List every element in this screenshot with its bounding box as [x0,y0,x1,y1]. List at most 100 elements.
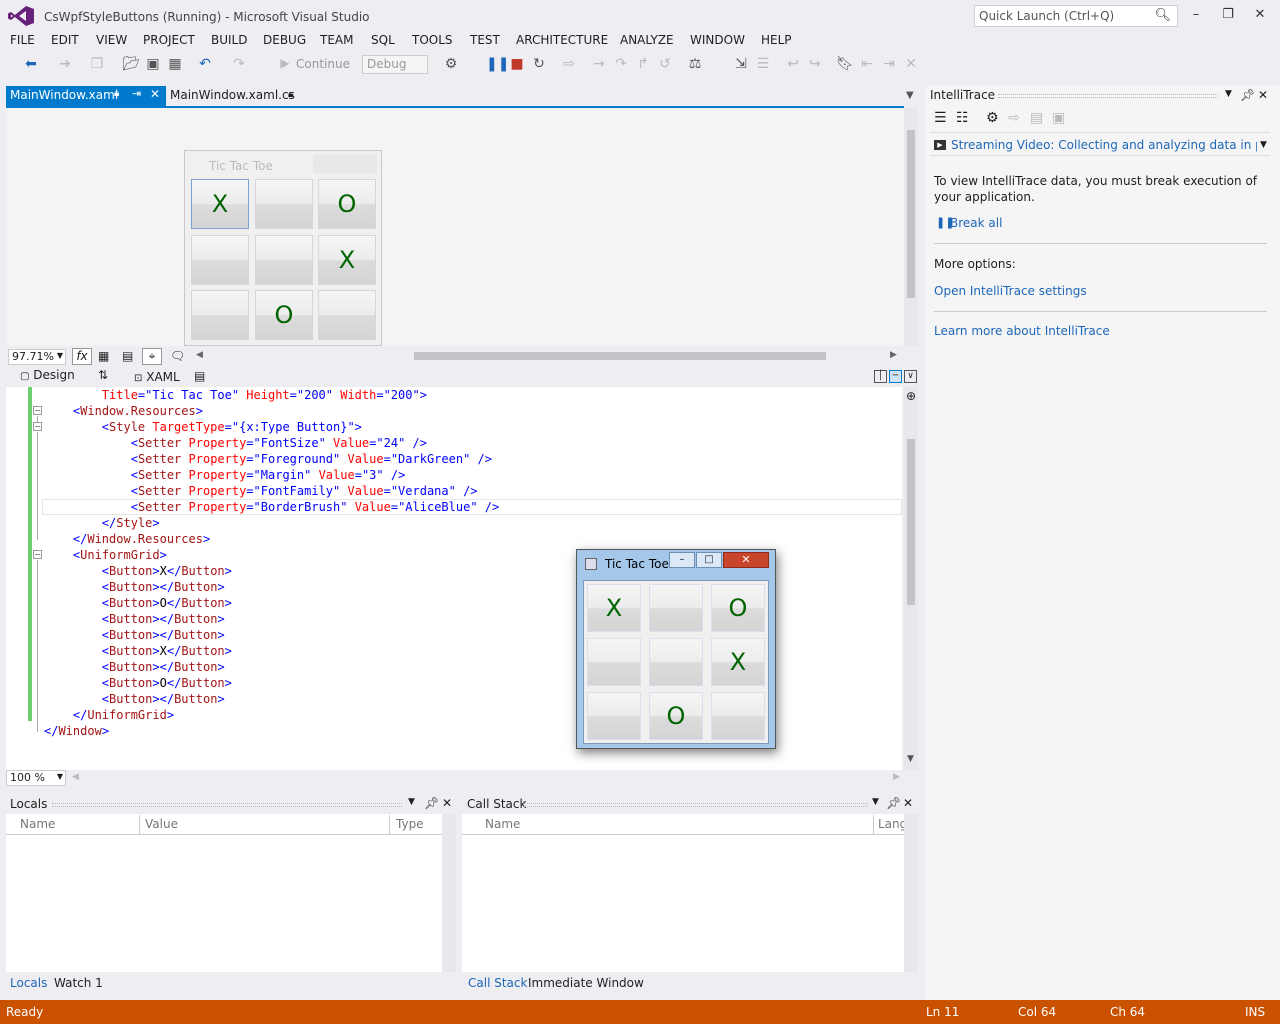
code-line[interactable]: <Setter Property="FontSize" Value="24" /… [44,435,894,451]
app-maximize-button[interactable]: □ [696,552,722,568]
minimize-button[interactable]: – [1182,4,1210,26]
tab-call-stack[interactable]: Call Stack [468,976,527,990]
editor-vertical-scrollbar[interactable]: ⊕ ▼ [904,387,918,770]
pin-icon[interactable]: ⇥ [132,87,141,100]
snap-lines-icon[interactable]: ⌖ [142,348,162,365]
stop-debugging-icon[interactable]: ■ [508,56,526,72]
tab-mainwindow-xaml-cs[interactable]: MainWindow.xaml.cs 🔒︎ [170,86,310,106]
code-line[interactable]: <Window.Resources> [44,403,894,419]
pin-icon[interactable]: 📌︎ [1240,88,1255,102]
collapse-icon[interactable]: − [33,422,42,431]
designer-window-preview[interactable]: Tic Tac Toe X O X O [184,150,382,346]
scroll-right-icon[interactable]: ▶ [893,772,900,782]
grid-button-9[interactable] [318,290,376,340]
grid-button-8[interactable]: O [255,290,313,340]
scroll-down-icon[interactable]: ▼ [907,754,914,764]
redo-icon[interactable]: ↷ [230,56,248,72]
grid-button-4[interactable] [191,235,249,285]
scroll-right-icon[interactable]: ▶ [890,350,897,360]
save-icon[interactable]: ▣ [144,56,162,72]
pin-icon[interactable]: 📌︎ [886,796,901,810]
code-line[interactable]: </Window.Resources> [44,531,894,547]
events-view-icon[interactable]: ☰ [934,110,947,126]
step-over-icon[interactable]: ↷ [612,56,630,72]
menu-file[interactable]: FILE [10,33,35,47]
locals-grip[interactable] [52,803,402,807]
prev-bookmark-icon[interactable]: ⇤ [858,56,876,72]
code-line[interactable]: <Setter Property="BorderBrush" Value="Al… [44,499,894,515]
streaming-video-link[interactable]: Streaming Video: Collecting and analyzin… [951,138,1257,152]
close-pane-icon[interactable]: ✕ [1258,88,1268,102]
app-grid-button-4[interactable] [587,638,641,686]
callstack-grip[interactable] [524,803,868,807]
menu-view[interactable]: VIEW [96,33,127,47]
save-log-icon[interactable]: ▣ [1052,110,1065,126]
locals-col-value[interactable]: Value [145,817,178,831]
step-out-icon[interactable]: ↱ [634,56,652,72]
horizontal-split-icon[interactable]: ─ [889,370,902,383]
scroll-left-icon[interactable]: ◀ [72,772,79,782]
xaml-designer-surface[interactable] [6,108,904,346]
intellitrace-settings-link[interactable]: Open IntelliTrace settings [934,284,1087,298]
app-grid-button-6[interactable]: X [711,638,765,686]
menu-architecture[interactable]: ARCHITECTURE [516,33,608,47]
learn-more-link[interactable]: Learn more about IntelliTrace [934,324,1110,338]
callstack-scrollbar[interactable] [904,814,918,972]
menu-build[interactable]: BUILD [211,33,247,47]
app-grid-button-3[interactable]: O [711,584,765,632]
callstack-grid[interactable] [462,814,918,972]
grid-button-2[interactable] [255,179,313,229]
editor-zoom-select[interactable]: 100 % ▼ [6,770,66,786]
tab-watch-1[interactable]: Watch 1 [54,976,103,990]
grid-button-3[interactable]: O [318,179,376,229]
collapse-pane-icon[interactable]: ∨ [904,370,917,383]
formula-icon[interactable]: fx [72,348,92,365]
show-next-statement-icon[interactable]: ⇨ [560,56,578,72]
snap-grid-icon[interactable]: ▤ [122,349,133,363]
chevron-down-icon[interactable]: ▼ [872,797,879,807]
thread-icon[interactable]: ⇲ [732,56,750,72]
app-grid-button-2[interactable] [649,584,703,632]
grid-toggle-icon[interactable]: ▦ [98,349,109,363]
code-line[interactable]: Title="Tic Tac Toe" Height="200" Width="… [44,387,894,403]
grid-button-5[interactable] [255,235,313,285]
break-all-link[interactable]: Break all [950,216,1002,230]
document-outline-icon[interactable]: ▤ [194,369,205,383]
uncomment-icon[interactable]: ↪ [806,56,824,72]
menu-help[interactable]: HELP [761,33,792,47]
code-line[interactable]: <Setter Property="Foreground" Value="Dar… [44,451,894,467]
app-grid-button-5[interactable] [649,638,703,686]
menu-tools[interactable]: TOOLS [412,33,453,47]
continue-icon[interactable]: ▶ [276,56,294,70]
app-grid-button-7[interactable] [587,692,641,740]
bookmark-icon[interactable]: 🔖︎ [836,56,854,72]
tab-locals[interactable]: Locals [10,976,47,990]
solution-config-select[interactable]: Debug [362,55,428,74]
menu-window[interactable]: WINDOW [690,33,745,47]
grid-button-6[interactable]: X [318,235,376,285]
locals-scrollbar[interactable] [442,814,456,972]
menu-debug[interactable]: DEBUG [263,33,306,47]
open-log-icon[interactable]: ▤ [1030,110,1043,126]
designer-vertical-scrollbar[interactable] [904,108,918,346]
next-bookmark-icon[interactable]: ⇥ [880,56,898,72]
app-close-button[interactable]: ✕ [723,552,769,568]
close-pane-icon[interactable]: ✕ [903,796,913,810]
code-line[interactable]: <Style TargetType="{x:Type Button}"> [44,419,894,435]
chevron-down-icon[interactable]: ▼ [1260,140,1267,150]
locals-col-type[interactable]: Type [396,817,424,831]
chevron-down-icon[interactable]: ▼ [408,797,415,807]
new-project-icon[interactable]: ❐ [88,56,106,72]
close-button[interactable]: ✕ [1246,4,1274,26]
grid-button-1[interactable]: X [191,179,249,229]
continue-button[interactable]: Continue [296,57,350,71]
vertical-split-icon[interactable]: │ [874,370,887,383]
attach-process-icon[interactable]: ⚙ [442,56,460,72]
tab-dropdown-icon[interactable]: ▼ [906,90,914,101]
menu-edit[interactable]: EDIT [51,33,79,47]
collapse-icon[interactable]: − [33,550,42,559]
undo-icon[interactable]: ↶ [196,56,214,72]
tab-immediate-window[interactable]: Immediate Window [528,976,644,990]
callstack-col-name[interactable]: Name [485,817,520,831]
chevron-down-icon[interactable]: ▼ [1225,89,1232,99]
